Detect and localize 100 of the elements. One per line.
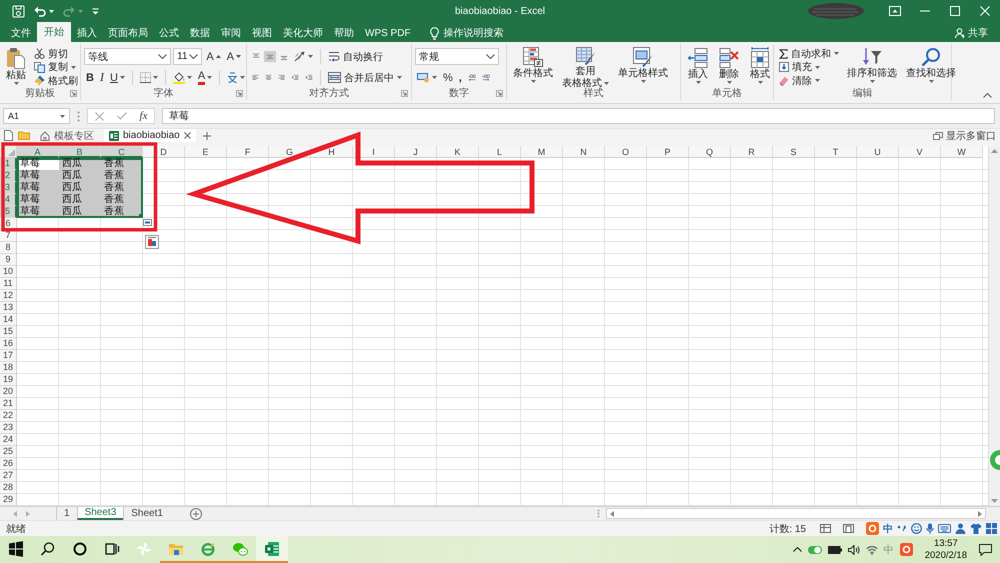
column-header[interactable]: T [815,146,857,158]
phonetic-guide-button[interactable] [225,70,248,86]
autosum-button[interactable]: 自动求和 [777,47,841,60]
save-icon[interactable] [12,4,25,18]
column-header[interactable]: Q [689,146,731,158]
decrease-indent-icon[interactable] [289,73,301,82]
row-header[interactable]: 25 [0,446,17,458]
italic-button[interactable]: I [98,70,106,86]
share-button[interactable]: 共享 [955,24,988,42]
shrink-font-button[interactable]: A [224,48,243,64]
delete-cells-button[interactable]: 删除 [715,47,743,87]
cut-button[interactable]: 剪切 [32,47,80,60]
close-icon[interactable] [184,132,191,139]
column-header[interactable]: V [899,146,941,158]
ribbon-tab[interactable]: 页面布局 [103,24,153,42]
ribbon-tab[interactable]: 帮助 [329,24,359,42]
row-header[interactable]: 12 [0,290,17,302]
percent-button[interactable]: % [441,70,455,86]
sort-filter-button[interactable]: 排序和筛选 [844,47,900,87]
column-header[interactable]: O [605,146,647,158]
font-name-dropdown[interactable]: 等线 [84,48,172,65]
row-header[interactable]: 8 [0,242,17,254]
row-header[interactable]: 18 [0,362,17,374]
font-color-button[interactable]: A [196,70,214,86]
tell-me-field[interactable]: 操作说明搜索 [426,24,507,42]
align-center-icon[interactable] [263,73,274,82]
ime-logo-icon[interactable] [866,522,879,535]
row-header[interactable]: 17 [0,350,17,362]
wifi-icon[interactable] [866,544,878,554]
number-format-dropdown[interactable]: 常规 [415,48,499,65]
bold-button[interactable]: B [84,70,96,86]
ribbon-tab[interactable]: 数据 [185,24,215,42]
microphone-icon[interactable] [926,523,934,534]
minimize-icon[interactable] [920,10,930,12]
column-header[interactable]: J [395,146,437,158]
cell[interactable]: 香蕉 [101,182,143,194]
battery-icon[interactable] [828,546,842,554]
borders-button[interactable] [138,70,160,86]
merge-center-button[interactable]: 合并后居中 [326,71,404,84]
collapse-ribbon-icon[interactable] [983,93,992,98]
user-icon[interactable] [955,523,966,534]
cell[interactable]: 西瓜 [59,170,101,182]
undo-button[interactable] [34,6,54,16]
row-header[interactable]: 29 [0,494,17,506]
column-header[interactable]: L [479,146,521,158]
copy-button[interactable]: 复制 [32,60,80,74]
ime-logo-icon[interactable] [900,543,913,556]
column-header[interactable]: F [227,146,269,158]
cell[interactable]: 草莓 [17,158,59,170]
column-header[interactable]: A [17,146,59,158]
row-header[interactable]: 19 [0,374,17,386]
chevron-up-icon[interactable] [792,547,802,552]
row-header[interactable]: 22 [0,410,17,422]
toggle-app-icon[interactable] [808,544,822,554]
grow-font-button[interactable]: A [204,48,223,64]
cell[interactable]: 西瓜 [59,182,101,194]
customize-toolbar-icon[interactable] [92,8,99,14]
row-header[interactable]: 11 [0,278,17,290]
new-file-icon[interactable] [4,130,13,141]
speaker-icon[interactable] [848,544,860,554]
column-header[interactable]: N [563,146,605,158]
column-header[interactable]: W [941,146,983,158]
row-header[interactable]: 26 [0,458,17,470]
row-header[interactable]: 14 [0,314,17,326]
paste-button[interactable]: 粘贴 [3,47,29,87]
document-tab[interactable]: 模板专区 [35,129,99,142]
ribbon-tab[interactable]: 公式 [154,24,184,42]
keyboard-icon[interactable] [938,524,951,533]
maximize-icon[interactable] [950,6,960,16]
row-header[interactable]: 27 [0,470,17,482]
comma-style-button[interactable]: , [456,70,464,86]
format-painter-button[interactable]: 格式刷 [32,74,80,87]
cell[interactable]: 香蕉 [101,206,143,218]
cell[interactable]: 西瓜 [59,194,101,206]
cell[interactable]: 西瓜 [59,206,101,218]
clear-button[interactable]: 清除 [777,74,841,87]
spreadsheet-app-button[interactable] [256,536,288,563]
normal-view-icon[interactable] [820,524,831,533]
row-header[interactable]: 20 [0,386,17,398]
page-layout-icon[interactable] [843,524,854,533]
input-mode-button[interactable]: 中 [883,522,893,536]
ribbon-tab[interactable]: WPS PDF [360,24,416,42]
row-header[interactable]: 16 [0,338,17,350]
ribbon-tab[interactable]: 美化大师 [278,24,328,42]
emoji-icon[interactable] [911,523,922,534]
formula-input[interactable]: 草莓 [162,108,995,124]
scroll-up-icon[interactable] [991,149,998,153]
sheet-tab[interactable]: Sheet3 [76,507,124,520]
shirt-icon[interactable] [970,523,982,534]
insert-cells-button[interactable]: 插入 [684,47,712,87]
fill-button[interactable]: 填充 [777,60,841,74]
cell[interactable]: 草莓 [17,194,59,206]
column-header[interactable]: M [521,146,563,158]
column-header[interactable]: K [437,146,479,158]
multi-window-button[interactable]: 显示多窗口 [933,128,996,142]
column-header[interactable]: R [731,146,773,158]
column-header[interactable]: B [59,146,101,158]
ribbon-tab[interactable]: 视图 [247,24,277,42]
row-header[interactable]: 21 [0,398,17,410]
row-header[interactable]: 13 [0,302,17,314]
